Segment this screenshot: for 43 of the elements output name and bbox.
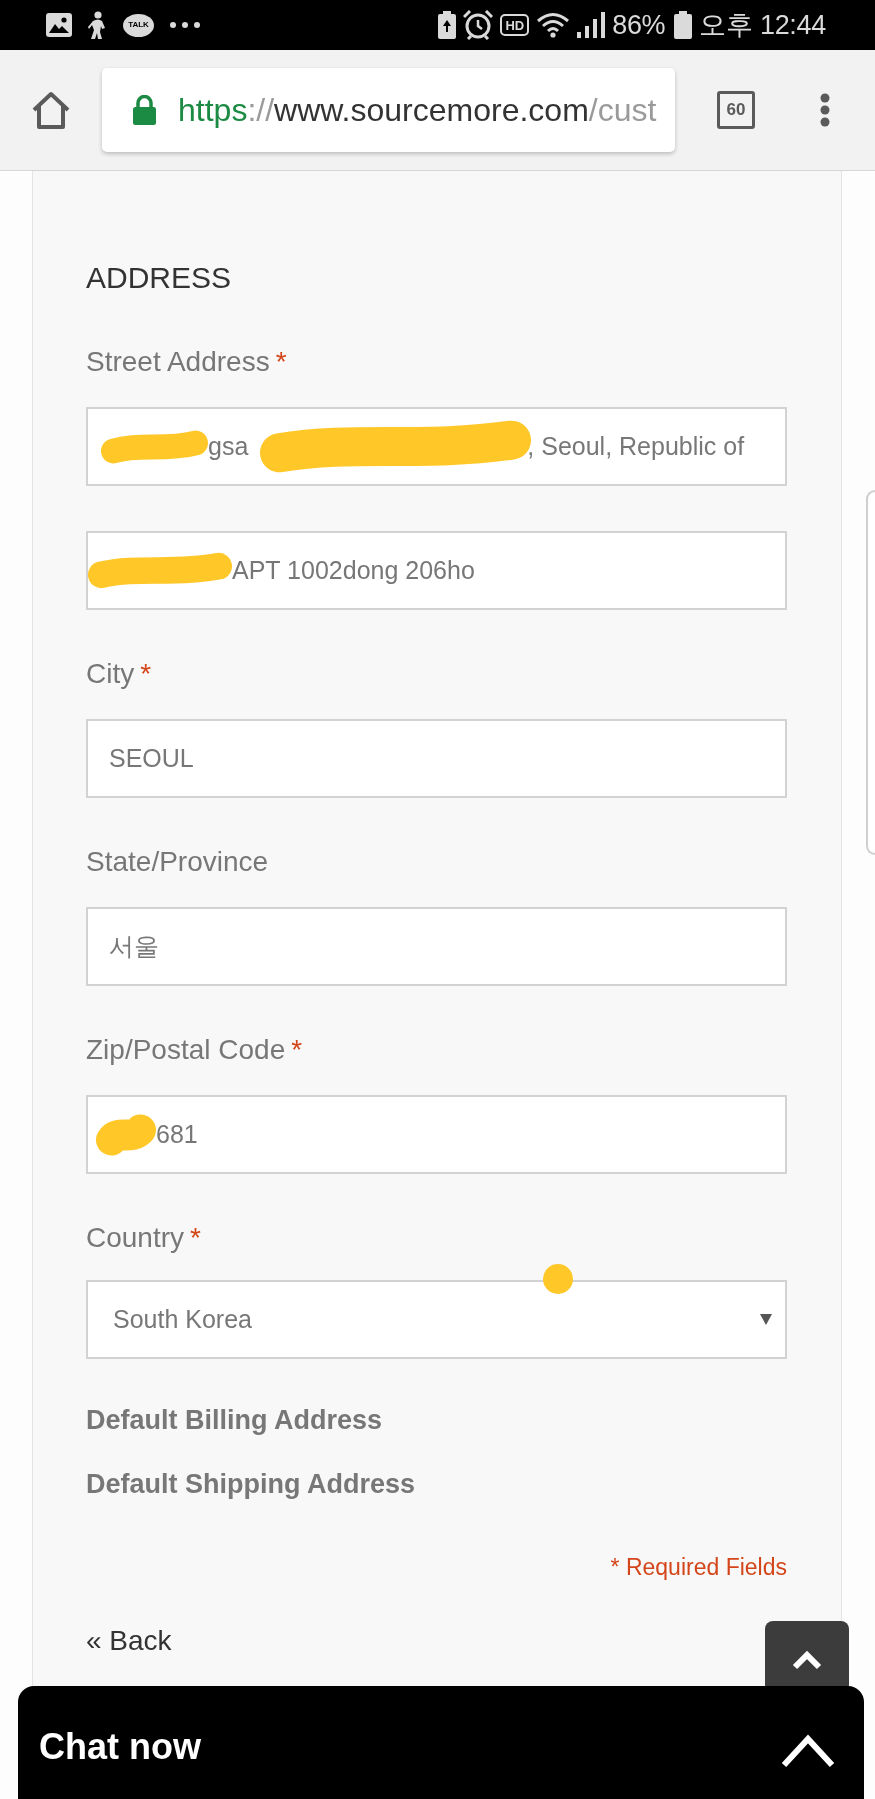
person-figure-icon — [88, 11, 107, 39]
required-fields-note: * Required Fields — [610, 1553, 787, 1582]
menu-icon[interactable] — [820, 93, 830, 127]
default-address-label: Default Billing Address — [86, 1404, 383, 1437]
tab-count-button[interactable]: 60 — [717, 91, 755, 129]
address-bar[interactable]: https://www.sourcemore.com/cust — [102, 68, 675, 152]
battery-icon — [674, 11, 693, 39]
hd-badge: HD — [500, 14, 530, 36]
signal-icon — [577, 12, 606, 38]
clock-time: 오후 12:44 — [699, 9, 826, 41]
more-notifications-icon — [170, 22, 200, 28]
scroll-to-top-button[interactable] — [765, 1621, 849, 1686]
talk-badge: TALK — [123, 13, 154, 37]
back-link[interactable]: « Back — [86, 1623, 172, 1659]
field-label: Zip/Postal Code — [86, 1033, 286, 1067]
default-address-label: Default Shipping Address — [86, 1468, 416, 1501]
alarm-clock-icon — [463, 10, 494, 40]
required-asterisk: * — [140, 657, 152, 691]
input-field[interactable]: 서울 — [86, 907, 787, 986]
input-field[interactable]: SEOUL — [86, 719, 787, 798]
lock-icon — [133, 95, 156, 125]
field-label: City — [86, 657, 135, 691]
field-label: State/Province — [86, 845, 269, 879]
required-asterisk: * — [291, 1033, 303, 1067]
section-heading: ADDRESS — [86, 260, 233, 296]
field-label: Street Address — [86, 345, 270, 379]
chevron-up-icon — [781, 1733, 835, 1768]
required-asterisk: * — [275, 345, 287, 379]
image-icon — [46, 13, 72, 37]
input-field[interactable]: gsa , Seoul, Republic of — [86, 407, 787, 486]
required-asterisk: * — [190, 1221, 201, 1255]
home-icon[interactable] — [31, 90, 71, 130]
edge-panel-handle[interactable] — [866, 490, 875, 855]
field-label: Country — [86, 1221, 185, 1255]
input-field[interactable]: 681 — [86, 1095, 787, 1174]
select-field[interactable]: South Korea — [86, 1280, 787, 1359]
caret-icon — [760, 1314, 772, 1325]
chevron-up-icon — [791, 1650, 823, 1670]
battery-percent: 86% — [612, 9, 666, 41]
wifi-icon — [536, 12, 571, 38]
chat-now-button[interactable]: Chat now — [18, 1686, 864, 1799]
input-field[interactable]: APT 1002dong 206ho — [86, 531, 787, 610]
scribble-dot-icon — [543, 1264, 573, 1294]
